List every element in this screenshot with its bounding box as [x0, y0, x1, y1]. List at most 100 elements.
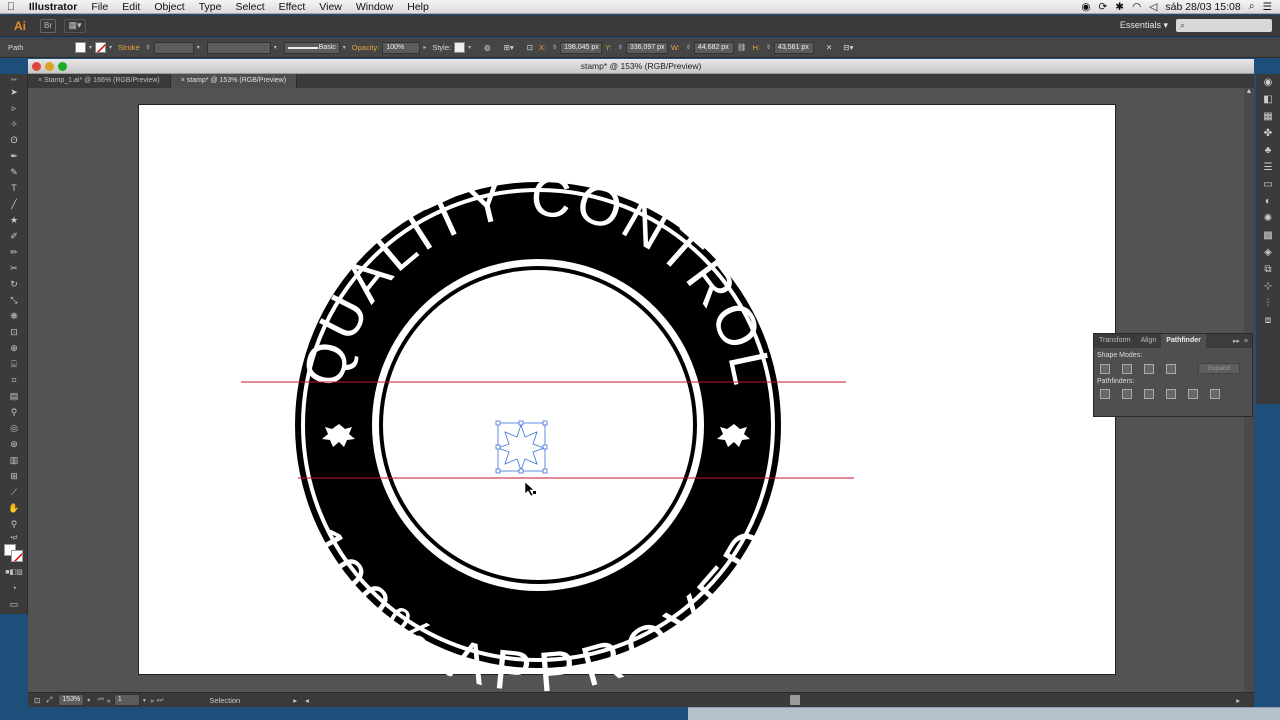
- expand-button[interactable]: Expand: [1198, 363, 1240, 374]
- y-field[interactable]: 336,097 px: [625, 41, 668, 54]
- warp-tool-icon[interactable]: ❋: [0, 308, 28, 324]
- perspective-grid-tool-icon[interactable]: ⌸: [0, 356, 28, 372]
- toolbox-grip[interactable]: ▸▸: [0, 74, 28, 84]
- help-search-input[interactable]: ⌕: [1176, 19, 1272, 32]
- variable-width-profile[interactable]: [206, 41, 271, 54]
- reference-point-icon[interactable]: ⊡: [527, 43, 533, 52]
- y-stepper[interactable]: ⇕: [618, 44, 623, 51]
- scissors-tool-icon[interactable]: ✂: [0, 260, 28, 276]
- h-stepper[interactable]: ⇕: [766, 44, 771, 51]
- exclude-icon[interactable]: [1166, 363, 1176, 374]
- gradient-panel-icon[interactable]: ▭: [1256, 176, 1280, 193]
- first-artboard-icon[interactable]: ⏮: [97, 695, 104, 705]
- bluetooth-icon[interactable]: ✱: [1115, 1, 1124, 13]
- mesh-tool-icon[interactable]: ⌗: [0, 372, 28, 388]
- outline-icon[interactable]: [1188, 389, 1198, 399]
- align-panel-icon[interactable]: ⫶: [1256, 295, 1280, 312]
- blend-tool-icon[interactable]: ◎: [0, 420, 28, 436]
- align-grid-icon[interactable]: ⊞▾: [504, 43, 514, 52]
- default-colors-icon[interactable]: ▪⇄: [0, 532, 28, 542]
- artboard-tool-icon[interactable]: ⊞: [0, 468, 28, 484]
- prev-artboard-icon[interactable]: ◂: [106, 696, 110, 705]
- menu-app-name[interactable]: Illustrator: [22, 1, 84, 13]
- graphic-style-swatch[interactable]: [454, 42, 466, 53]
- paintbrush-tool-icon[interactable]: ✐: [0, 228, 28, 244]
- scroll-left-icon[interactable]: ◂: [305, 696, 309, 705]
- merge-icon[interactable]: [1144, 389, 1154, 399]
- stroke-swatch[interactable]: [95, 42, 107, 53]
- constrain-proportions-icon[interactable]: ⛓: [737, 43, 747, 52]
- menu-effect[interactable]: Effect: [272, 1, 313, 13]
- handle-bottom-right[interactable]: [542, 468, 548, 474]
- unite-icon[interactable]: [1100, 363, 1110, 374]
- tab-stamp[interactable]: × stamp* @ 153% (RGB/Preview): [170, 74, 298, 88]
- w-stepper[interactable]: ⇕: [686, 44, 691, 51]
- bridge-button[interactable]: Br: [40, 18, 56, 33]
- magic-wand-tool-icon[interactable]: ✧: [0, 116, 28, 132]
- stroke-weight-stepper[interactable]: ⇕: [146, 44, 151, 51]
- last-artboard-icon[interactable]: ⏭: [157, 695, 164, 705]
- stroke-weight-field[interactable]: [153, 41, 194, 54]
- recolor-artwork-icon[interactable]: ◍: [484, 43, 491, 52]
- direct-selection-tool-icon[interactable]: ▹: [0, 100, 28, 116]
- next-artboard-icon[interactable]: ▸: [151, 696, 155, 705]
- brush-dropdown[interactable]: ▾: [343, 44, 346, 51]
- status-arrow-icon[interactable]: ▸: [293, 696, 297, 705]
- menu-select[interactable]: Select: [228, 1, 271, 13]
- menu-edit[interactable]: Edit: [115, 1, 147, 13]
- tab-stamp-1[interactable]: × Stamp_1.ai* @ 166% (RGB/Preview): [28, 74, 171, 88]
- wifi-icon[interactable]: ◠: [1132, 1, 1141, 13]
- notification-list-icon[interactable]: ☰: [1263, 1, 1272, 13]
- opacity-label[interactable]: Opacity:: [352, 43, 380, 52]
- tab-align[interactable]: Align: [1136, 334, 1162, 348]
- fill-stroke-widget[interactable]: [0, 542, 27, 564]
- minus-front-icon[interactable]: [1122, 363, 1132, 374]
- handle-bottom-middle[interactable]: [518, 468, 524, 474]
- line-tool-icon[interactable]: ╱: [0, 196, 28, 212]
- handle-middle-right[interactable]: [542, 444, 548, 450]
- swatches-panel-icon[interactable]: ▦: [1256, 108, 1280, 125]
- brush-definition[interactable]: Basic: [283, 41, 340, 54]
- selection-tool-icon[interactable]: ➤: [0, 84, 28, 100]
- graph-tool-icon[interactable]: ▥: [0, 452, 28, 468]
- stroke-dropdown-icon[interactable]: ▾: [109, 44, 112, 51]
- menu-file[interactable]: File: [84, 1, 115, 13]
- stroke-box[interactable]: [11, 550, 23, 562]
- zoom-window-icon[interactable]: [58, 62, 67, 71]
- transform-icon[interactable]: ✕: [826, 43, 832, 52]
- apple-menu-icon[interactable]: : [0, 1, 22, 13]
- color-guide-icon[interactable]: ◧: [1256, 91, 1280, 108]
- graphic-styles-icon[interactable]: ▩: [1256, 227, 1280, 244]
- slice-tool-icon[interactable]: ⟋: [0, 484, 28, 500]
- tab-pathfinder[interactable]: Pathfinder: [1161, 334, 1206, 348]
- spotlight-icon[interactable]: ⌕: [1249, 0, 1255, 13]
- menu-type[interactable]: Type: [192, 1, 229, 13]
- minus-back-icon[interactable]: [1210, 389, 1220, 399]
- stroke-label[interactable]: Stroke: [118, 43, 140, 52]
- curvature-tool-icon[interactable]: ✎: [0, 164, 28, 180]
- menu-object[interactable]: Object: [147, 1, 191, 13]
- x-field[interactable]: 198,045 px: [560, 41, 603, 54]
- zoom-dropdown[interactable]: ▾: [87, 697, 90, 704]
- lasso-tool-icon[interactable]: ʘ: [0, 132, 28, 148]
- close-window-icon[interactable]: [32, 62, 41, 71]
- zoom-tool-icon[interactable]: ⚲: [0, 516, 28, 532]
- type-tool-icon[interactable]: T: [0, 180, 28, 196]
- zoom-level-icon[interactable]: ⤢: [46, 695, 52, 705]
- crop-icon[interactable]: [1166, 389, 1176, 399]
- color-mode-icons[interactable]: ■◧▨: [0, 564, 28, 580]
- hand-tool-icon[interactable]: ✋: [0, 500, 28, 516]
- style-dropdown[interactable]: ▾: [468, 44, 471, 51]
- menu-view[interactable]: View: [312, 1, 349, 13]
- drawing-mode-icon[interactable]: ◔: [0, 580, 28, 596]
- handle-bottom-left[interactable]: [495, 468, 501, 474]
- menu-help[interactable]: Help: [400, 1, 436, 13]
- pencil-tool-icon[interactable]: ✏: [0, 244, 28, 260]
- pen-tool-icon[interactable]: ✒: [0, 148, 28, 164]
- x-stepper[interactable]: ⇕: [552, 44, 557, 51]
- artboards-panel-icon[interactable]: ⧉: [1256, 261, 1280, 278]
- h-field[interactable]: 43,561 px: [773, 41, 814, 54]
- scroll-right-icon[interactable]: ▸: [1236, 696, 1240, 705]
- handle-top-left[interactable]: [495, 420, 501, 426]
- record-icon[interactable]: ◉: [1081, 1, 1090, 13]
